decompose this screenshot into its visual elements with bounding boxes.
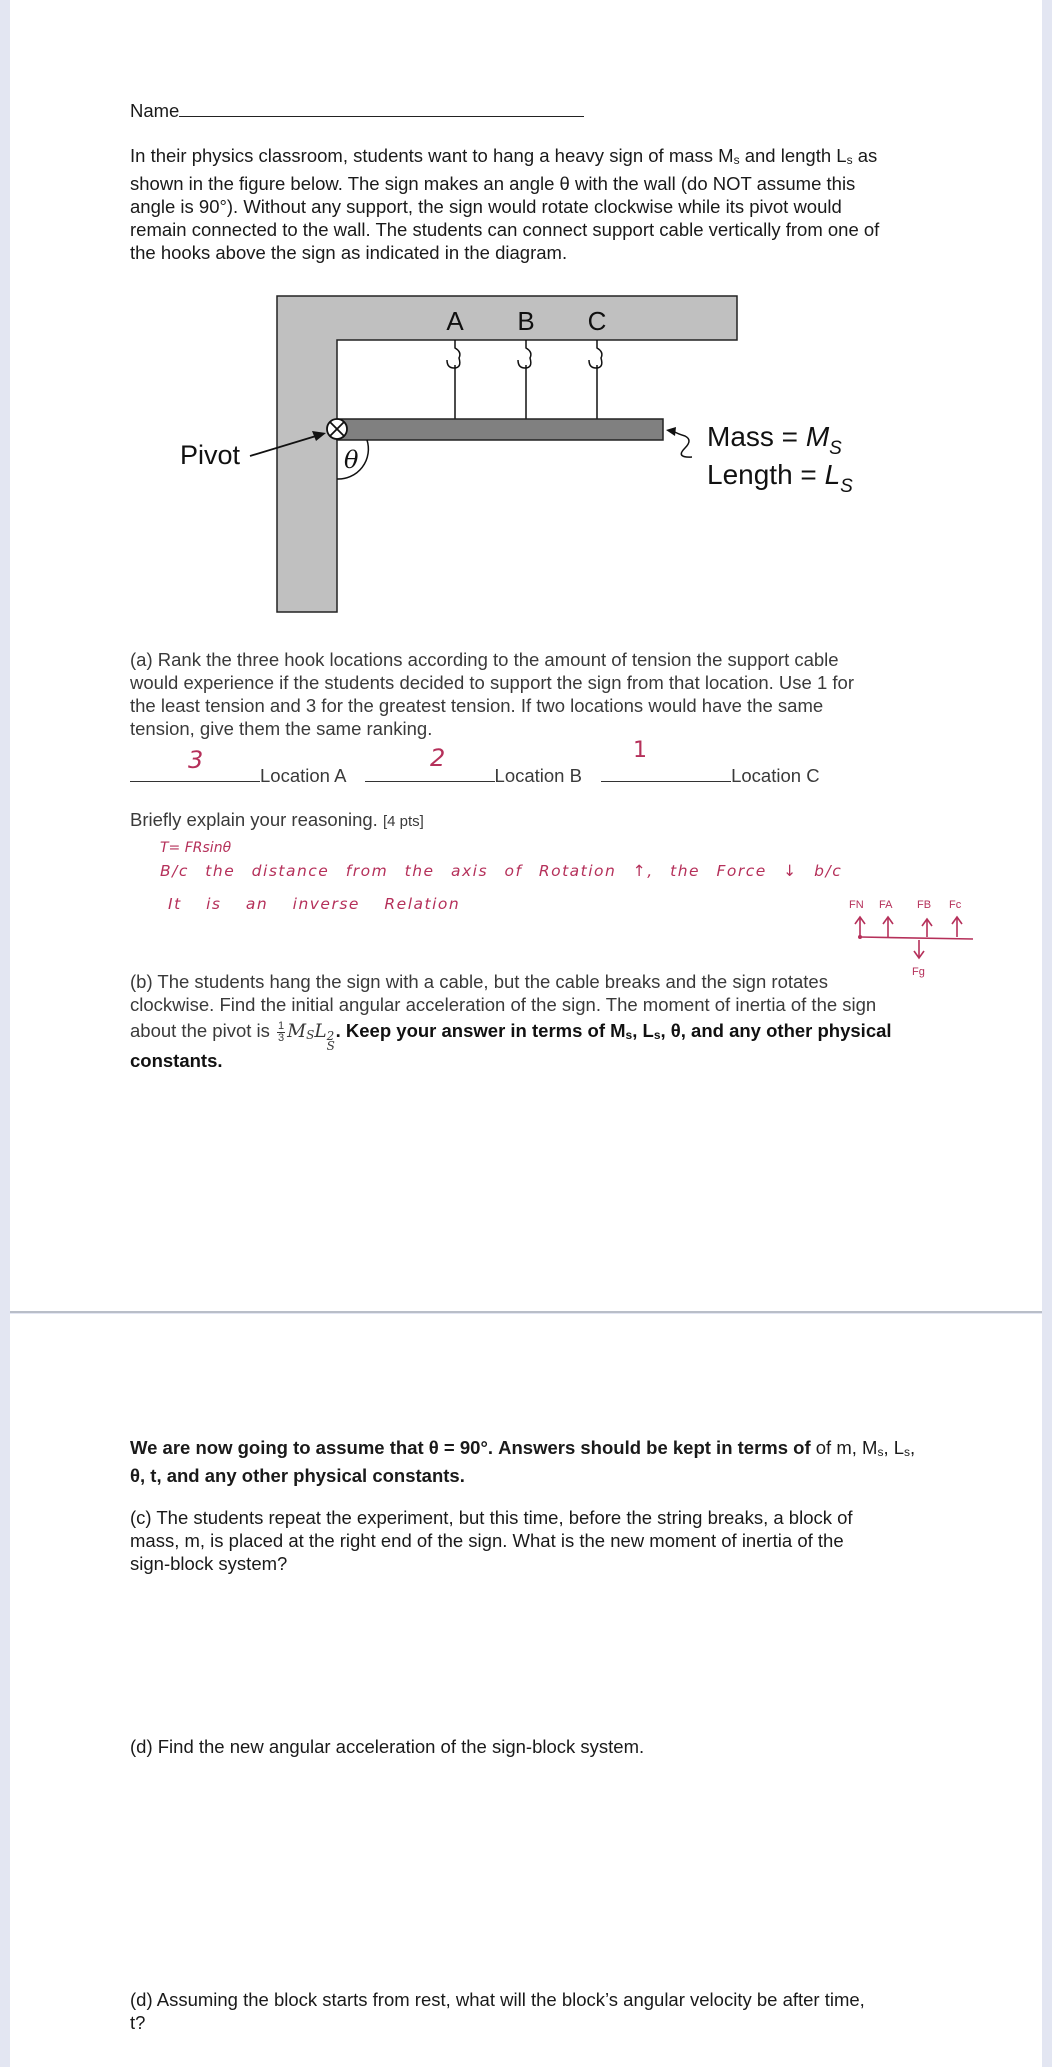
- sign-bar: [336, 418, 664, 441]
- intro-paragraph: In their physics classroom, students wan…: [130, 145, 880, 263]
- handwritten-torque-formula: T= FRsinθ: [160, 840, 232, 856]
- page-divider: [10, 1311, 1042, 1313]
- location-c-label: Location C: [731, 765, 820, 786]
- fbd-beam: [859, 936, 974, 940]
- fbd-label-fn: FN: [849, 899, 864, 911]
- label-arrowhead: [666, 427, 676, 436]
- answer-c: 1: [633, 738, 647, 763]
- hook-label-a: A: [446, 306, 464, 336]
- inertia-expression: MSL 2 S: [287, 1021, 335, 1053]
- hook-label-b: B: [517, 306, 534, 336]
- length-label: Length = LS: [707, 459, 853, 497]
- label-arrow: [672, 430, 693, 458]
- fbd-label-fc: Fc: [949, 899, 962, 911]
- name-field[interactable]: Name: [130, 98, 930, 122]
- part-b-question: (b) The students hang the sign with a ca…: [130, 971, 892, 1071]
- worksheet-page-2: [10, 1314, 1042, 2067]
- hook-b: [517, 340, 532, 419]
- one-third-fraction: 13: [277, 1019, 286, 1044]
- name-label: Name: [130, 100, 180, 121]
- hook-c: [588, 340, 603, 419]
- fbd-label-fb: FB: [917, 899, 931, 911]
- part-a-question: (a) Rank the three hook locations accord…: [130, 649, 854, 739]
- pivot-label: Pivot: [180, 440, 241, 470]
- location-b-label: Location B: [494, 765, 582, 786]
- hook-a: [446, 340, 461, 419]
- fbd-label-fa: FA: [879, 899, 893, 911]
- sign-diagram: A B C Pivot θ Mass = MS Length = LS: [180, 295, 853, 613]
- angle-label: θ: [344, 446, 359, 474]
- part-d-velocity-question: (d) Assuming the block starts from rest,…: [130, 1989, 865, 2033]
- rank-blank-c[interactable]: [601, 763, 732, 782]
- part-c-question: (c) The students repeat the experiment, …: [130, 1507, 853, 1574]
- ranking-row: Location A Location B Location C: [130, 763, 990, 787]
- handwritten-reasoning-line: B/c the distance from the axis of Rotati…: [160, 862, 843, 880]
- pivot-icon: [326, 418, 348, 440]
- explain-prompt: Briefly explain your reasoning. [4 pts]: [130, 809, 424, 830]
- hook-label-c: C: [588, 306, 607, 336]
- name-blank[interactable]: [179, 98, 585, 117]
- mass-label: Mass = MS: [707, 421, 842, 459]
- assumption-statement: We are now going to assume that θ = 90°.…: [130, 1437, 916, 1486]
- answer-a: 3: [188, 746, 204, 774]
- location-a-label: Location A: [260, 765, 346, 786]
- answer-b: 2: [430, 744, 446, 772]
- handwritten-inverse-relation: It is an inverse Relation: [168, 895, 461, 913]
- part-d-acceleration-question: (d) Find the new angular acceleration of…: [130, 1736, 645, 1757]
